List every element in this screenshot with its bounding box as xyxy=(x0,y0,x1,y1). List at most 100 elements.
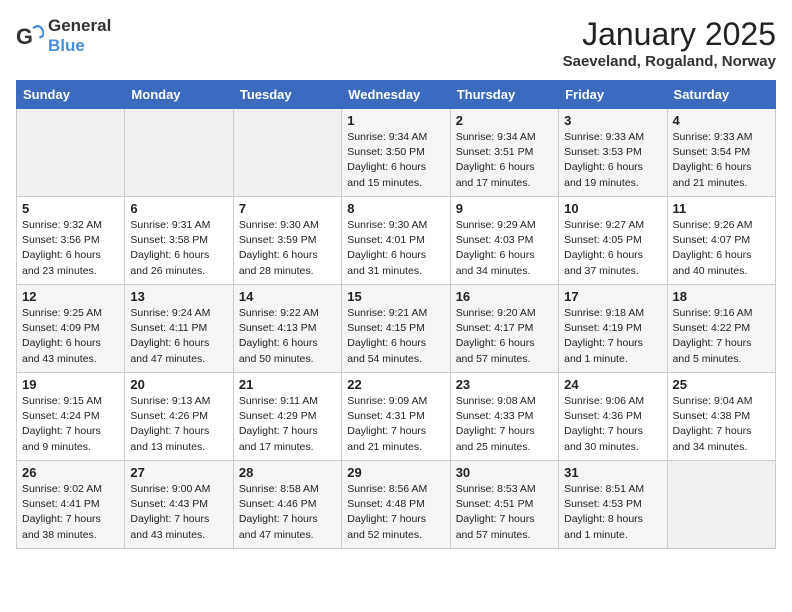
calendar-cell: 23 Sunrise: 9:08 AM Sunset: 4:33 PM Dayli… xyxy=(450,373,558,461)
calendar-cell xyxy=(17,109,125,197)
day-number: 12 xyxy=(22,289,119,304)
calendar-cell xyxy=(667,461,775,549)
day-number: 31 xyxy=(564,465,661,480)
day-number: 2 xyxy=(456,113,553,128)
calendar-cell: 19 Sunrise: 9:15 AM Sunset: 4:24 PM Dayli… xyxy=(17,373,125,461)
day-number: 25 xyxy=(673,377,770,392)
cell-info: Sunrise: 9:13 AM Sunset: 4:26 PM Dayligh… xyxy=(130,394,227,455)
day-number: 24 xyxy=(564,377,661,392)
calendar-cell xyxy=(125,109,233,197)
cell-info: Sunrise: 9:02 AM Sunset: 4:41 PM Dayligh… xyxy=(22,482,119,543)
week-row-1: 1Sunrise: 9:34 AM Sunset: 3:50 PM Daylig… xyxy=(17,109,776,197)
day-number: 6 xyxy=(130,201,227,216)
weekday-header-monday: Monday xyxy=(125,81,233,109)
day-number: 13 xyxy=(130,289,227,304)
calendar-cell: 21 Sunrise: 9:11 AM Sunset: 4:29 PM Dayli… xyxy=(233,373,341,461)
week-row-4: 19 Sunrise: 9:15 AM Sunset: 4:24 PM Dayli… xyxy=(17,373,776,461)
day-number: 11 xyxy=(673,201,770,216)
cell-info: Sunrise: 8:51 AM Sunset: 4:53 PM Dayligh… xyxy=(564,482,661,543)
cell-info: Sunrise: 9:22 AM Sunset: 4:13 PM Dayligh… xyxy=(239,306,336,367)
day-number: 7 xyxy=(239,201,336,216)
calendar-cell: 20 Sunrise: 9:13 AM Sunset: 4:26 PM Dayli… xyxy=(125,373,233,461)
cell-info: Sunrise: 9:30 AM Sunset: 4:01 PM Dayligh… xyxy=(347,218,444,279)
day-number: 5 xyxy=(22,201,119,216)
day-number: 9 xyxy=(456,201,553,216)
calendar-cell: 9 Sunrise: 9:29 AM Sunset: 4:03 PM Daylig… xyxy=(450,197,558,285)
day-number: 3 xyxy=(564,113,661,128)
cell-info: Sunrise: 9:33 AM Sunset: 3:54 PM Dayligh… xyxy=(673,130,770,191)
cell-info: Sunrise: 9:26 AM Sunset: 4:07 PM Dayligh… xyxy=(673,218,770,279)
cell-info: Sunrise: 9:25 AM Sunset: 4:09 PM Dayligh… xyxy=(22,306,119,367)
cell-info: Sunrise: 9:29 AM Sunset: 4:03 PM Dayligh… xyxy=(456,218,553,279)
calendar-cell: 2 Sunrise: 9:34 AM Sunset: 3:51 PM Daylig… xyxy=(450,109,558,197)
cell-info: Sunrise: 9:18 AM Sunset: 4:19 PM Dayligh… xyxy=(564,306,661,367)
day-number: 28 xyxy=(239,465,336,480)
calendar-cell xyxy=(233,109,341,197)
logo-icon: G xyxy=(16,22,44,50)
calendar-cell: 31 Sunrise: 8:51 AM Sunset: 4:53 PM Dayli… xyxy=(559,461,667,549)
calendar-cell: 22Sunrise: 9:09 AM Sunset: 4:31 PM Dayli… xyxy=(342,373,450,461)
calendar-cell: 11 Sunrise: 9:26 AM Sunset: 4:07 PM Dayli… xyxy=(667,197,775,285)
logo-blue: Blue xyxy=(48,36,85,55)
calendar-cell: 30 Sunrise: 8:53 AM Sunset: 4:51 PM Dayli… xyxy=(450,461,558,549)
header: G General Blue January 2025 Saeveland, R… xyxy=(16,16,776,70)
cell-info: Sunrise: 9:30 AM Sunset: 3:59 PM Dayligh… xyxy=(239,218,336,279)
weekday-header-sunday: Sunday xyxy=(17,81,125,109)
calendar-cell: 5 Sunrise: 9:32 AM Sunset: 3:56 PM Daylig… xyxy=(17,197,125,285)
cell-info: Sunrise: 9:20 AM Sunset: 4:17 PM Dayligh… xyxy=(456,306,553,367)
cell-info: Sunrise: 9:16 AM Sunset: 4:22 PM Dayligh… xyxy=(673,306,770,367)
calendar-cell: 28 Sunrise: 8:58 AM Sunset: 4:46 PM Dayli… xyxy=(233,461,341,549)
cell-info: Sunrise: 9:27 AM Sunset: 4:05 PM Dayligh… xyxy=(564,218,661,279)
cell-info: Sunrise: 9:34 AM Sunset: 3:51 PM Dayligh… xyxy=(456,130,553,191)
day-number: 23 xyxy=(456,377,553,392)
logo-text: General Blue xyxy=(48,16,111,56)
cell-info: Sunrise: 8:56 AM Sunset: 4:48 PM Dayligh… xyxy=(347,482,444,543)
day-number: 27 xyxy=(130,465,227,480)
weekday-header-wednesday: Wednesday xyxy=(342,81,450,109)
cell-info: Sunrise: 9:24 AM Sunset: 4:11 PM Dayligh… xyxy=(130,306,227,367)
calendar-cell: 7 Sunrise: 9:30 AM Sunset: 3:59 PM Daylig… xyxy=(233,197,341,285)
calendar-cell: 25 Sunrise: 9:04 AM Sunset: 4:38 PM Dayli… xyxy=(667,373,775,461)
location-title: Saeveland, Rogaland, Norway xyxy=(563,53,776,70)
cell-info: Sunrise: 9:15 AM Sunset: 4:24 PM Dayligh… xyxy=(22,394,119,455)
calendar-cell: 26 Sunrise: 9:02 AM Sunset: 4:41 PM Dayli… xyxy=(17,461,125,549)
cell-info: Sunrise: 8:53 AM Sunset: 4:51 PM Dayligh… xyxy=(456,482,553,543)
week-row-3: 12 Sunrise: 9:25 AM Sunset: 4:09 PM Dayli… xyxy=(17,285,776,373)
cell-info: Sunrise: 9:08 AM Sunset: 4:33 PM Dayligh… xyxy=(456,394,553,455)
calendar-cell: 15 Sunrise: 9:21 AM Sunset: 4:15 PM Dayli… xyxy=(342,285,450,373)
calendar-cell: 17 Sunrise: 9:18 AM Sunset: 4:19 PM Dayli… xyxy=(559,285,667,373)
calendar-cell: 18Sunrise: 9:16 AM Sunset: 4:22 PM Dayli… xyxy=(667,285,775,373)
calendar-cell: 14Sunrise: 9:22 AM Sunset: 4:13 PM Dayli… xyxy=(233,285,341,373)
day-number: 15 xyxy=(347,289,444,304)
cell-info: Sunrise: 9:11 AM Sunset: 4:29 PM Dayligh… xyxy=(239,394,336,455)
day-number: 19 xyxy=(22,377,119,392)
logo: G General Blue xyxy=(16,16,111,56)
weekday-header-thursday: Thursday xyxy=(450,81,558,109)
day-number: 20 xyxy=(130,377,227,392)
cell-info: Sunrise: 9:21 AM Sunset: 4:15 PM Dayligh… xyxy=(347,306,444,367)
week-row-2: 5 Sunrise: 9:32 AM Sunset: 3:56 PM Daylig… xyxy=(17,197,776,285)
day-number: 8 xyxy=(347,201,444,216)
calendar-cell: 29Sunrise: 8:56 AM Sunset: 4:48 PM Dayli… xyxy=(342,461,450,549)
calendar-cell: 1Sunrise: 9:34 AM Sunset: 3:50 PM Daylig… xyxy=(342,109,450,197)
cell-info: Sunrise: 8:58 AM Sunset: 4:46 PM Dayligh… xyxy=(239,482,336,543)
week-row-5: 26 Sunrise: 9:02 AM Sunset: 4:41 PM Dayli… xyxy=(17,461,776,549)
day-number: 30 xyxy=(456,465,553,480)
cell-info: Sunrise: 9:06 AM Sunset: 4:36 PM Dayligh… xyxy=(564,394,661,455)
day-number: 16 xyxy=(456,289,553,304)
calendar-cell: 6Sunrise: 9:31 AM Sunset: 3:58 PM Daylig… xyxy=(125,197,233,285)
calendar-cell: 13 Sunrise: 9:24 AM Sunset: 4:11 PM Dayli… xyxy=(125,285,233,373)
calendar-cell: 12 Sunrise: 9:25 AM Sunset: 4:09 PM Dayli… xyxy=(17,285,125,373)
svg-text:G: G xyxy=(16,24,33,49)
calendar-cell: 4Sunrise: 9:33 AM Sunset: 3:54 PM Daylig… xyxy=(667,109,775,197)
day-number: 21 xyxy=(239,377,336,392)
weekday-header-tuesday: Tuesday xyxy=(233,81,341,109)
cell-info: Sunrise: 9:04 AM Sunset: 4:38 PM Dayligh… xyxy=(673,394,770,455)
day-number: 17 xyxy=(564,289,661,304)
calendar-table: SundayMondayTuesdayWednesdayThursdayFrid… xyxy=(16,80,776,549)
day-number: 26 xyxy=(22,465,119,480)
calendar-cell: 24 Sunrise: 9:06 AM Sunset: 4:36 PM Dayli… xyxy=(559,373,667,461)
cell-info: Sunrise: 9:32 AM Sunset: 3:56 PM Dayligh… xyxy=(22,218,119,279)
day-number: 1 xyxy=(347,113,444,128)
logo-general: General xyxy=(48,16,111,35)
